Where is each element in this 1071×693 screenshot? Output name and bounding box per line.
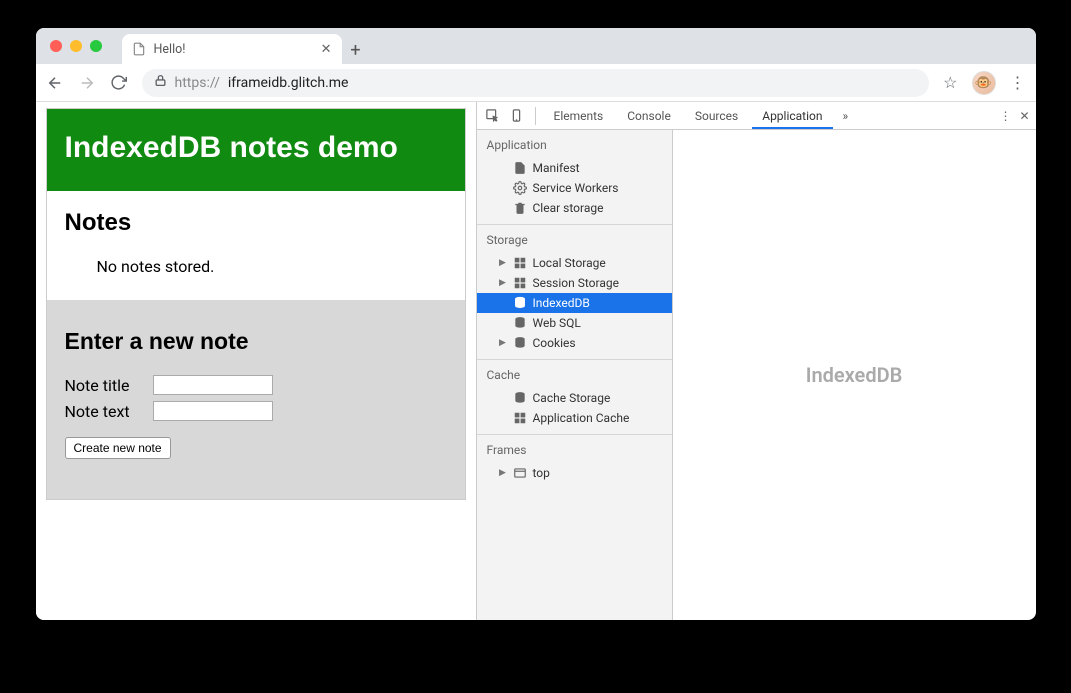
url-host: iframeidb.glitch.me (228, 75, 349, 91)
note-title-label: Note title (65, 376, 145, 395)
inspect-element-icon[interactable] (483, 106, 503, 126)
note-title-input[interactable] (153, 375, 273, 395)
menu-icon[interactable]: ⋮ (1010, 73, 1026, 92)
sidebar-item-manifest[interactable]: Manifest (477, 158, 672, 178)
database-icon (513, 316, 527, 330)
close-tab-icon[interactable]: ✕ (321, 42, 332, 57)
devtools-main-panel: IndexedDB (673, 130, 1036, 620)
grid-icon (513, 276, 527, 290)
bookmark-icon[interactable]: ☆ (943, 73, 957, 92)
devtools-body: Application Manifest Service Workers (477, 130, 1036, 620)
note-text-input[interactable] (153, 401, 273, 421)
address-bar[interactable]: https:// iframeidb.glitch.me (142, 69, 930, 97)
devtools-tab-application[interactable]: Application (752, 103, 832, 129)
new-note-form: Enter a new note Note title Note text Cr… (47, 300, 465, 499)
notes-section: Notes No notes stored. (47, 191, 465, 300)
note-text-label: Note text (65, 402, 145, 421)
group-title-cache: Cache (477, 366, 672, 388)
devtools-tab-sources[interactable]: Sources (685, 103, 748, 129)
close-window-button[interactable] (50, 40, 62, 52)
notes-empty-message: No notes stored. (65, 257, 447, 276)
grid-icon (513, 411, 527, 425)
form-heading: Enter a new note (65, 328, 447, 355)
group-title-frames: Frames (477, 441, 672, 463)
devtools-tab-elements[interactable]: Elements (544, 103, 614, 129)
database-icon (513, 391, 527, 405)
sidebar-item-application-cache[interactable]: Application Cache (477, 408, 672, 428)
devtools-tabstrip: Elements Console Sources Application » ⋮… (477, 102, 1036, 130)
profile-avatar[interactable]: 🐵 (972, 71, 996, 95)
back-button[interactable] (46, 74, 64, 92)
document-icon (513, 161, 527, 175)
sidebar-item-cookies[interactable]: ▶ Cookies (477, 333, 672, 353)
notes-heading: Notes (65, 209, 447, 237)
devtools-tab-console[interactable]: Console (617, 103, 681, 129)
group-title-application: Application (477, 136, 672, 158)
browser-toolbar: https:// iframeidb.glitch.me ☆ 🐵 ⋮ (36, 64, 1036, 102)
browser-tab[interactable]: Hello! ✕ (122, 34, 342, 64)
sidebar-item-websql[interactable]: Web SQL (477, 313, 672, 333)
devtools-panel: Elements Console Sources Application » ⋮… (476, 102, 1036, 620)
sidebar-group-storage: Storage ▶ Local Storage ▶ Session Storag… (477, 225, 672, 360)
window-controls (44, 28, 122, 64)
sidebar-item-clear-storage[interactable]: Clear storage (477, 198, 672, 218)
devtools-close-icon[interactable]: ✕ (1019, 109, 1029, 123)
sidebar-item-frame-top[interactable]: ▶ top (477, 463, 672, 483)
trash-icon (513, 201, 527, 215)
grid-icon (513, 256, 527, 270)
sidebar-item-cache-storage[interactable]: Cache Storage (477, 388, 672, 408)
devtools-sidebar: Application Manifest Service Workers (477, 130, 673, 620)
page-header: IndexedDB notes demo (47, 109, 465, 191)
create-note-button[interactable]: Create new note (65, 437, 171, 459)
sidebar-item-session-storage[interactable]: ▶ Session Storage (477, 273, 672, 293)
page-card: IndexedDB notes demo Notes No notes stor… (46, 108, 466, 500)
rendered-page: IndexedDB notes demo Notes No notes stor… (36, 102, 476, 620)
devtools-more-tabs-icon[interactable]: » (837, 109, 855, 123)
devtools-settings-icon[interactable]: ⋮ (999, 109, 1011, 123)
sidebar-item-service-workers[interactable]: Service Workers (477, 178, 672, 198)
forward-button[interactable] (78, 74, 96, 92)
minimize-window-button[interactable] (70, 40, 82, 52)
maximize-window-button[interactable] (90, 40, 102, 52)
database-icon (513, 336, 527, 350)
sidebar-item-local-storage[interactable]: ▶ Local Storage (477, 253, 672, 273)
new-tab-button[interactable]: + (342, 36, 370, 64)
sidebar-group-frames: Frames ▶ top (477, 435, 672, 489)
gear-icon (513, 181, 527, 195)
browser-window: Hello! ✕ + https:// iframeidb.glitch.me ☆… (36, 28, 1036, 620)
sidebar-item-indexeddb[interactable]: IndexedDB (477, 293, 672, 313)
sidebar-group-cache: Cache Cache Storage Application Cache (477, 360, 672, 435)
content-area: IndexedDB notes demo Notes No notes stor… (36, 102, 1036, 620)
reload-button[interactable] (110, 74, 128, 92)
group-title-storage: Storage (477, 231, 672, 253)
sidebar-group-application: Application Manifest Service Workers (477, 130, 672, 225)
document-icon (132, 42, 146, 56)
frame-icon (513, 466, 527, 480)
tab-strip: Hello! ✕ + (36, 28, 1036, 64)
database-icon (513, 296, 527, 310)
lock-icon (154, 74, 167, 91)
url-protocol: https:// (175, 75, 220, 91)
device-toolbar-icon[interactable] (507, 106, 527, 126)
devtools-main-placeholder: IndexedDB (806, 363, 903, 387)
tab-title: Hello! (154, 42, 186, 57)
